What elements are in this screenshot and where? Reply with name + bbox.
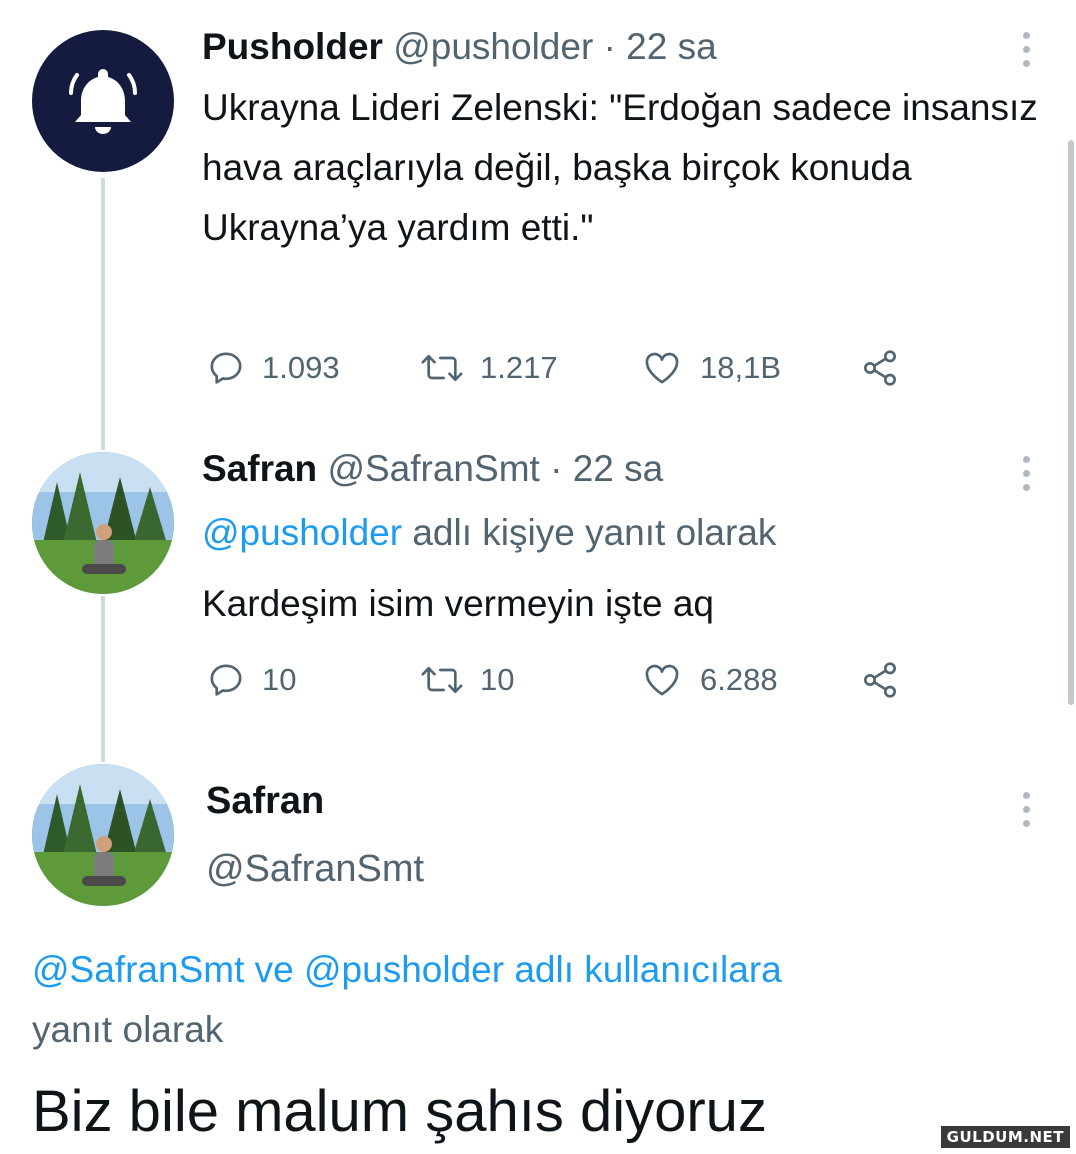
tweet-actions: 10 10 6.288 (202, 660, 922, 700)
retweet-icon (421, 355, 463, 381)
mention-link[interactable]: @pusholder (304, 949, 504, 990)
thread-connector-line (101, 596, 105, 762)
share-button[interactable] (858, 660, 902, 700)
reply-context-text: ve (244, 949, 304, 990)
thread-connector-line (101, 178, 105, 450)
tweet-text: Ukrayna Lideri Zelenski: "Erdoğan sadece… (202, 87, 1038, 248)
reply-button[interactable]: 1.093 (206, 348, 340, 388)
tweet-header: Pusholder @pusholder · 22 sa (202, 26, 717, 68)
tweet-actions: 1.093 1.217 18,1B (202, 348, 922, 388)
user-handle[interactable]: @SafranSmt (327, 448, 539, 489)
more-options-icon[interactable] (1020, 32, 1032, 67)
user-name[interactable]: Safran (206, 780, 324, 823)
share-icon (864, 350, 896, 386)
reply-context: @pusholder adlı kişiye yanıt olarak (202, 512, 776, 554)
reply-icon (210, 352, 242, 384)
reply-context-text: yanıt olarak (32, 1009, 224, 1050)
avatar[interactable] (32, 764, 174, 906)
avatar[interactable] (32, 30, 174, 172)
heart-icon (645, 664, 679, 696)
retweet-icon (421, 667, 463, 693)
tweet-header: Safran @SafranSmt · 22 sa (202, 448, 663, 490)
heart-icon (645, 352, 679, 384)
mention-link[interactable]: @pusholder (202, 512, 402, 553)
user-name[interactable]: Pusholder (202, 26, 383, 67)
like-count: 6.288 (700, 662, 778, 697)
like-count: 18,1B (700, 350, 782, 385)
user-handle[interactable]: @SafranSmt (206, 848, 424, 891)
share-icon (864, 662, 896, 698)
reply-icon (210, 664, 242, 696)
share-button[interactable] (858, 348, 902, 388)
reply-context-text: adlı kişiye yanıt olarak (402, 512, 777, 553)
like-button[interactable]: 6.288 (640, 660, 778, 700)
tweet-text: Biz bile malum şahıs diyoruz (32, 1079, 767, 1144)
separator-dot: · (550, 448, 563, 489)
watermark: GULDUM.NET (940, 1126, 1070, 1148)
mention-link[interactable]: @SafranSmt (32, 949, 244, 990)
retweet-button[interactable]: 1.217 (420, 348, 558, 388)
reply-context: @SafranSmt ve @pusholder adlı kullanıcıl… (32, 940, 1032, 1060)
more-options-icon[interactable] (1020, 792, 1032, 827)
user-handle[interactable]: @pusholder (393, 26, 593, 67)
scrollbar[interactable] (1068, 140, 1074, 705)
retweet-count: 1.217 (480, 350, 558, 385)
reply-count: 1.093 (262, 350, 340, 385)
retweet-button[interactable]: 10 (420, 660, 514, 700)
timestamp[interactable]: 22 sa (626, 26, 717, 67)
retweet-count: 10 (480, 662, 515, 697)
reply-button[interactable]: 10 (206, 660, 296, 700)
timestamp[interactable]: 22 sa (573, 448, 664, 489)
separator-dot: · (603, 26, 616, 67)
profile-photo (32, 452, 174, 594)
reply-count: 10 (262, 662, 297, 697)
avatar[interactable] (32, 452, 174, 594)
profile-photo (32, 764, 174, 906)
more-options-icon[interactable] (1020, 456, 1032, 491)
tweet-text: Kardeşim isim vermeyin işte aq (202, 583, 714, 624)
user-name[interactable]: Safran (202, 448, 317, 489)
bell-icon (69, 69, 137, 134)
like-button[interactable]: 18,1B (640, 348, 781, 388)
reply-context-text: adlı kullanıcılara (504, 949, 782, 990)
